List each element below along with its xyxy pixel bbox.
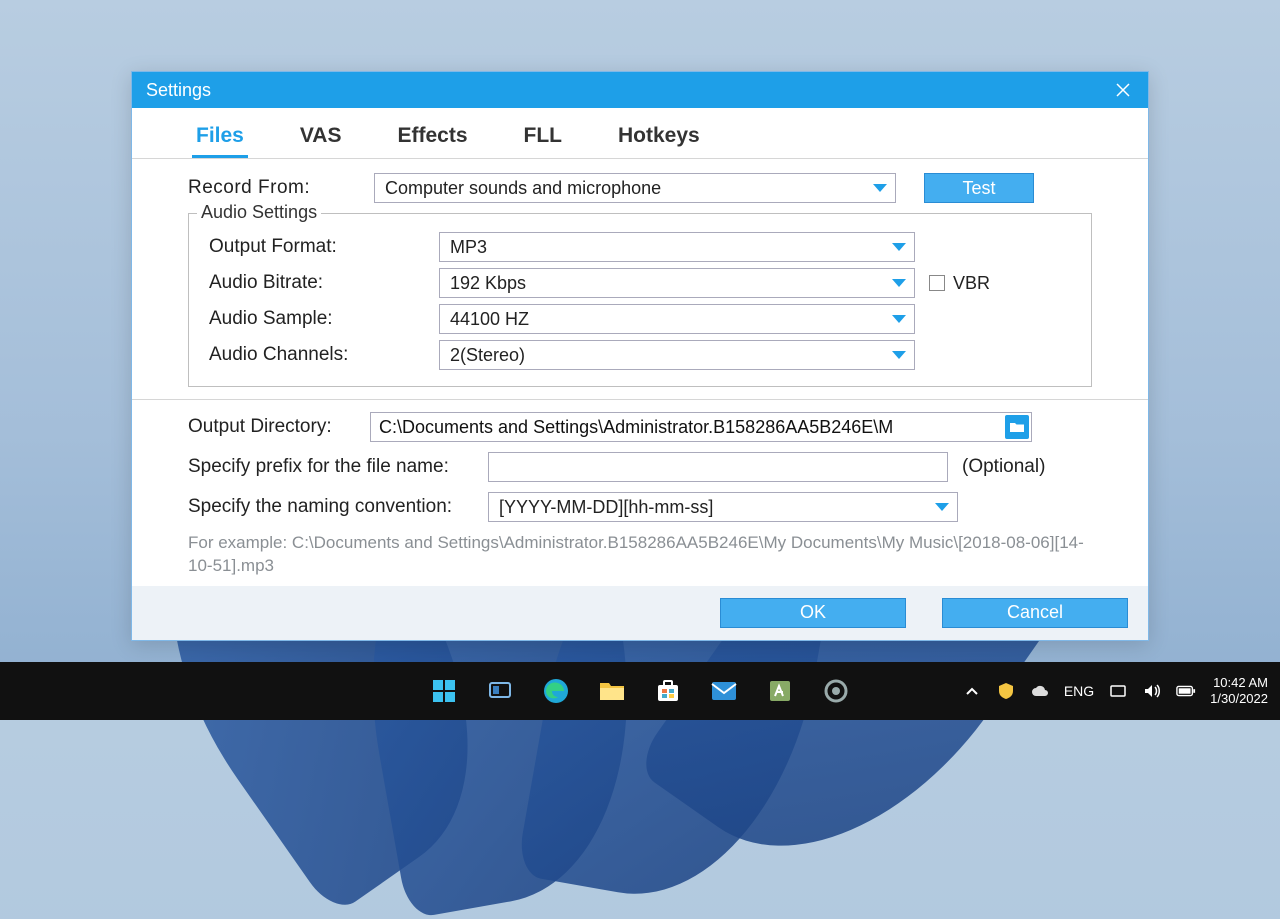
- output-directory-label: Output Directory:: [188, 416, 370, 438]
- taskview-icon: [487, 678, 513, 704]
- audio-sample-value: 44100 HZ: [450, 309, 529, 330]
- folder-icon: [598, 679, 626, 703]
- dialog-actions: OK Cancel: [132, 586, 1148, 640]
- prefix-label: Specify prefix for the file name:: [188, 456, 488, 478]
- battery-tray-icon[interactable]: [1176, 681, 1196, 701]
- audio-bitrate-select[interactable]: 192 Kbps: [439, 268, 915, 298]
- audio-sample-label: Audio Sample:: [209, 308, 439, 330]
- taskbar-clock[interactable]: 10:42 AM 1/30/2022: [1210, 675, 1268, 706]
- tab-files[interactable]: Files: [192, 118, 248, 158]
- network-tray-icon[interactable]: [1108, 681, 1128, 701]
- ok-button[interactable]: OK: [720, 598, 906, 628]
- tab-fll[interactable]: FLL: [520, 118, 566, 158]
- close-button[interactable]: [1108, 75, 1138, 105]
- tab-effects[interactable]: Effects: [393, 118, 471, 158]
- output-directory-input[interactable]: [370, 412, 1032, 442]
- clock-time: 10:42 AM: [1210, 675, 1268, 691]
- chevron-down-icon: [935, 503, 949, 511]
- example-text: For example: C:\Documents and Settings\A…: [188, 532, 1092, 578]
- network-icon: [1109, 683, 1127, 699]
- divider: [132, 399, 1148, 400]
- chevron-down-icon: [873, 184, 887, 192]
- explorer-button[interactable]: [595, 674, 629, 708]
- test-button[interactable]: Test: [924, 173, 1034, 203]
- taskview-button[interactable]: [483, 674, 517, 708]
- cancel-button[interactable]: Cancel: [942, 598, 1128, 628]
- taskbar: ENG 10:42 AM 1/30/2022: [0, 662, 1280, 720]
- audio-channels-value: 2(Stereo): [450, 345, 525, 366]
- app-icon: [767, 678, 793, 704]
- shield-icon: [997, 682, 1015, 700]
- folder-icon: [1009, 421, 1025, 433]
- mail-icon: [710, 680, 738, 702]
- tray-chevron[interactable]: [962, 681, 982, 701]
- windows-icon: [431, 678, 457, 704]
- vbr-checkbox[interactable]: [929, 275, 945, 291]
- speaker-icon: [1143, 683, 1161, 699]
- chevron-up-icon: [965, 686, 979, 696]
- naming-convention-label: Specify the naming convention:: [188, 496, 488, 518]
- chevron-down-icon: [892, 315, 906, 323]
- naming-convention-value: [YYYY-MM-DD][hh-mm-ss]: [499, 497, 713, 518]
- window-title: Settings: [146, 80, 211, 101]
- vbr-label: VBR: [953, 273, 990, 294]
- chevron-down-icon: [892, 243, 906, 251]
- settings-taskbar-button[interactable]: [819, 674, 853, 708]
- browse-button[interactable]: [1005, 415, 1029, 439]
- language-indicator[interactable]: ENG: [1064, 683, 1094, 699]
- audio-channels-label: Audio Channels:: [209, 344, 439, 366]
- tabs: Files VAS Effects FLL Hotkeys: [132, 108, 1148, 159]
- battery-icon: [1176, 684, 1196, 698]
- settings-dialog: Settings Files VAS Effects FLL Hotkeys R…: [131, 71, 1149, 641]
- audio-sample-select[interactable]: 44100 HZ: [439, 304, 915, 334]
- naming-convention-select[interactable]: [YYYY-MM-DD][hh-mm-ss]: [488, 492, 958, 522]
- output-format-label: Output Format:: [209, 236, 439, 258]
- audio-channels-select[interactable]: 2(Stereo): [439, 340, 915, 370]
- app-button[interactable]: [763, 674, 797, 708]
- edge-icon: [542, 677, 570, 705]
- cloud-icon: [1030, 684, 1050, 698]
- audio-settings-group: Audio Settings Output Format: MP3 Audio …: [188, 213, 1092, 387]
- record-from-label: Record From:: [188, 177, 374, 199]
- output-format-value: MP3: [450, 237, 487, 258]
- start-button[interactable]: [427, 674, 461, 708]
- titlebar[interactable]: Settings: [132, 72, 1148, 108]
- security-tray-icon[interactable]: [996, 681, 1016, 701]
- mail-button[interactable]: [707, 674, 741, 708]
- tab-hotkeys[interactable]: Hotkeys: [614, 118, 704, 158]
- clock-date: 1/30/2022: [1210, 691, 1268, 707]
- volume-tray-icon[interactable]: [1142, 681, 1162, 701]
- store-button[interactable]: [651, 674, 685, 708]
- record-from-select[interactable]: Computer sounds and microphone: [374, 173, 896, 203]
- record-from-value: Computer sounds and microphone: [385, 178, 661, 199]
- audio-settings-legend: Audio Settings: [197, 202, 321, 223]
- edge-button[interactable]: [539, 674, 573, 708]
- close-icon: [1115, 82, 1131, 98]
- audio-bitrate-label: Audio Bitrate:: [209, 272, 439, 294]
- chevron-down-icon: [892, 351, 906, 359]
- store-icon: [655, 678, 681, 704]
- output-format-select[interactable]: MP3: [439, 232, 915, 262]
- audio-bitrate-value: 192 Kbps: [450, 273, 526, 294]
- onedrive-tray-icon[interactable]: [1030, 681, 1050, 701]
- chevron-down-icon: [892, 279, 906, 287]
- optional-hint: (Optional): [962, 456, 1045, 478]
- tab-vas[interactable]: VAS: [296, 118, 346, 158]
- prefix-input[interactable]: [488, 452, 948, 482]
- gear-icon: [822, 677, 850, 705]
